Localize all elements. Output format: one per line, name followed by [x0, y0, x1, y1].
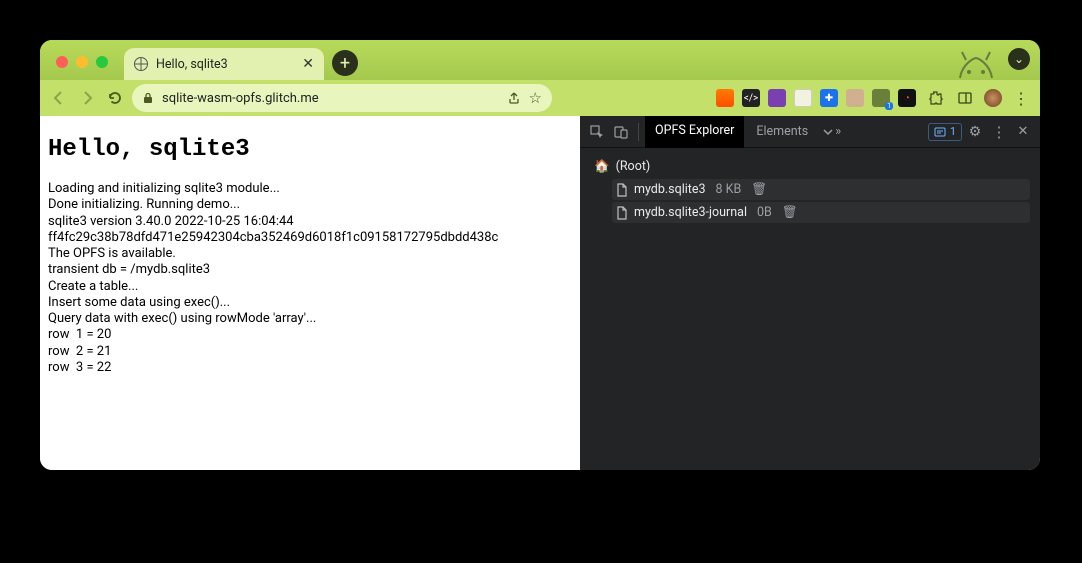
delete-file-button[interactable]: 🗑 — [782, 205, 798, 220]
extension-icon[interactable] — [846, 89, 864, 107]
extension-icon[interactable]: ✚ — [820, 89, 838, 107]
extension-icon[interactable]: ◔ — [898, 89, 916, 107]
android-logo-icon — [952, 42, 1000, 82]
window-controls — [48, 56, 118, 80]
toolbar: sqlite-wasm-opfs.glitch.me ☆ </> ✚ 1 ◔ ⋮ — [40, 80, 1040, 116]
devtools-tabbar: OPFS Explorer Elements » 1 ⚙ ⋮ ✕ — [580, 116, 1040, 148]
devtools-tab-elements[interactable]: Elements — [746, 116, 818, 148]
root-label: (Root) — [616, 159, 651, 174]
devtools-tab-opfs-explorer[interactable]: OPFS Explorer — [645, 116, 744, 148]
extensions-menu-button[interactable] — [924, 87, 946, 109]
extension-icon[interactable] — [768, 89, 786, 107]
output-line: The OPFS is available. — [48, 246, 572, 262]
output-line: Query data with exec() using rowMode 'ar… — [48, 311, 572, 327]
more-tabs-button[interactable]: » — [820, 121, 842, 143]
output-line: Insert some data using exec()... — [48, 295, 572, 311]
devtools-panel: OPFS Explorer Elements » 1 ⚙ ⋮ ✕ 🏠 (Root… — [580, 116, 1040, 470]
page-heading: Hello, sqlite3 — [48, 136, 572, 163]
issues-count: 1 — [950, 125, 956, 138]
reload-button[interactable] — [104, 87, 126, 109]
extension-icon[interactable]: 1 — [872, 89, 890, 107]
lock-icon — [142, 92, 154, 104]
extension-icon[interactable] — [716, 89, 734, 107]
device-toolbar-button[interactable] — [610, 121, 632, 143]
file-name: mydb.sqlite3 — [634, 182, 706, 197]
extension-icon[interactable] — [794, 89, 812, 107]
tab-strip: Hello, sqlite3 ✕ + ⌄ — [40, 40, 1040, 80]
chrome-menu-button[interactable]: ⋮ — [1010, 87, 1032, 109]
bookmark-star-icon[interactable]: ☆ — [529, 89, 542, 107]
file-name: mydb.sqlite3-journal — [634, 205, 747, 220]
output-line: ff4fc29c38b78dfd471e25942304cba352469d60… — [48, 230, 572, 246]
side-panel-button[interactable] — [954, 87, 976, 109]
home-icon: 🏠 — [594, 159, 610, 174]
profile-avatar[interactable] — [984, 89, 1002, 107]
browser-tab[interactable]: Hello, sqlite3 ✕ — [124, 48, 324, 80]
browser-window: Hello, sqlite3 ✕ + ⌄ sqlite-wasm-opfs.gl… — [40, 40, 1040, 470]
file-row[interactable]: mydb.sqlite3 8 KB 🗑 — [612, 179, 1030, 200]
content-area: Hello, sqlite3 Loading and initializing … — [40, 116, 1040, 470]
url-text: sqlite-wasm-opfs.glitch.me — [162, 91, 499, 106]
output-line: transient db = /mydb.sqlite3 — [48, 262, 572, 278]
console-output: Loading and initializing sqlite3 module.… — [48, 181, 572, 376]
delete-file-button[interactable]: 🗑 — [751, 182, 767, 197]
devtools-menu-button[interactable]: ⋮ — [988, 121, 1010, 143]
output-line: Loading and initializing sqlite3 module.… — [48, 181, 572, 197]
tree-root[interactable]: 🏠 (Root) — [590, 156, 1030, 177]
divider — [638, 123, 639, 141]
file-size: 8 KB — [716, 182, 742, 197]
inspect-element-button[interactable] — [586, 121, 608, 143]
close-tab-button[interactable]: ✕ — [302, 56, 314, 72]
file-icon — [616, 206, 628, 220]
globe-icon — [134, 57, 148, 71]
output-line: Create a table... — [48, 279, 572, 295]
forward-button[interactable] — [76, 87, 98, 109]
file-row[interactable]: mydb.sqlite3-journal 0B 🗑 — [612, 202, 1030, 223]
minimize-window-button[interactable] — [76, 56, 88, 68]
extensions-area: </> ✚ 1 ◔ ⋮ — [716, 87, 1032, 109]
new-tab-button[interactable]: + — [332, 50, 358, 76]
extension-icon[interactable]: </> — [742, 89, 760, 107]
web-page: Hello, sqlite3 Loading and initializing … — [40, 116, 580, 470]
close-devtools-button[interactable]: ✕ — [1012, 121, 1034, 143]
output-line: row 3 = 22 — [48, 360, 572, 376]
settings-button[interactable]: ⚙ — [964, 121, 986, 143]
omnibox[interactable]: sqlite-wasm-opfs.glitch.me ☆ — [132, 84, 552, 112]
output-line: row 2 = 21 — [48, 344, 572, 360]
tab-overflow-button[interactable]: ⌄ — [1008, 48, 1030, 70]
maximize-window-button[interactable] — [96, 56, 108, 68]
opfs-file-tree: 🏠 (Root) mydb.sqlite38 KB🗑mydb.sqlite3-j… — [580, 148, 1040, 231]
close-window-button[interactable] — [56, 56, 68, 68]
share-icon[interactable] — [507, 91, 521, 105]
tab-title: Hello, sqlite3 — [156, 57, 228, 72]
output-line: row 1 = 20 — [48, 327, 572, 343]
issues-badge[interactable]: 1 — [928, 123, 962, 141]
file-icon — [616, 183, 628, 197]
output-line: Done initializing. Running demo... — [48, 197, 572, 213]
back-button[interactable] — [48, 87, 70, 109]
output-line: sqlite3 version 3.40.0 2022-10-25 16:04:… — [48, 214, 572, 230]
file-size: 0B — [757, 205, 772, 220]
